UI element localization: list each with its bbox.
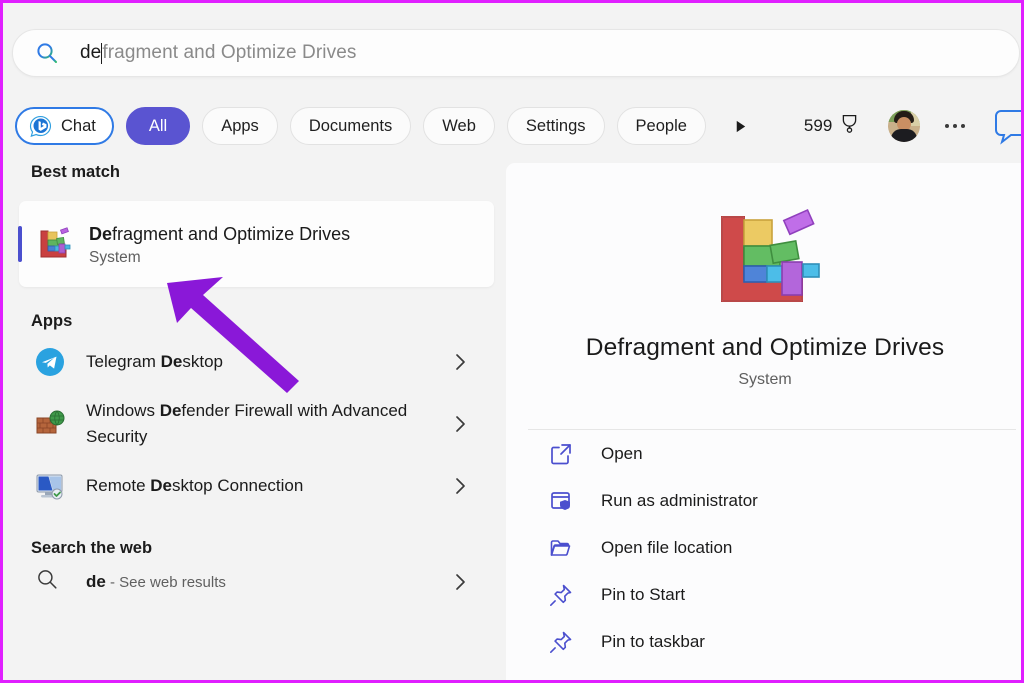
rewards-counter[interactable]: 599 <box>804 113 860 139</box>
rewards-medal-icon <box>839 113 860 139</box>
rewards-count: 599 <box>804 116 832 136</box>
list-item[interactable]: Remote Desktop Connection <box>19 455 494 517</box>
action-pin-to-start[interactable]: Pin to Start <box>520 571 1014 618</box>
preview-pane: Defragment and Optimize Drives System Op… <box>506 163 1024 683</box>
play-arrow-icon[interactable] <box>724 109 758 143</box>
filter-pill-apps[interactable]: Apps <box>202 107 278 145</box>
preview-subtitle: System <box>506 371 1024 389</box>
section-header-best-match: Best match <box>6 163 506 182</box>
filter-pill-web-label: Web <box>442 117 476 136</box>
action-label: Open <box>601 444 643 464</box>
filter-pill-chat-label: Chat <box>61 117 96 136</box>
firewall-icon <box>35 409 65 439</box>
chevron-right-icon[interactable] <box>448 350 472 374</box>
best-match-title: Defragment and Optimize Drives <box>89 222 350 247</box>
filter-pill-apps-label: Apps <box>221 117 259 136</box>
filter-bar: Chat All Apps Documents Web Settings Peo… <box>15 101 1015 151</box>
action-run-as-administrator[interactable]: Run as administrator <box>520 477 1014 524</box>
filter-pill-chat[interactable]: Chat <box>15 107 114 145</box>
filter-pill-settings[interactable]: Settings <box>507 107 605 145</box>
web-search-label: de - See web results <box>86 572 448 592</box>
section-header-search-the-web: Search the web <box>6 539 506 558</box>
defrag-icon-large <box>710 207 820 312</box>
action-label: Open file location <box>601 538 732 558</box>
search-suggestion-text: fragment and Optimize Drives <box>102 42 356 64</box>
web-search-item[interactable]: de - See web results <box>19 558 494 606</box>
filter-pill-people[interactable]: People <box>617 107 706 145</box>
action-label: Run as administrator <box>601 491 758 511</box>
preview-title: Defragment and Optimize Drives <box>506 334 1024 362</box>
avatar[interactable] <box>888 110 920 142</box>
search-box[interactable]: de fragment and Optimize Drives <box>12 29 1020 77</box>
list-item-label: Telegram Desktop <box>86 349 448 375</box>
search-typed-text: de <box>80 42 101 64</box>
more-options-icon[interactable] <box>938 109 972 143</box>
windows-search-window: de fragment and Optimize Drives Chat All… <box>0 0 1024 683</box>
telegram-icon <box>35 347 65 377</box>
filter-pill-all[interactable]: All <box>126 107 190 145</box>
pin-icon <box>549 630 573 654</box>
action-open-file-location[interactable]: Open file location <box>520 524 1014 571</box>
filter-pill-web[interactable]: Web <box>423 107 495 145</box>
action-open[interactable]: Open <box>520 430 1014 477</box>
filter-pill-settings-label: Settings <box>526 117 586 136</box>
best-match-item[interactable]: Defragment and Optimize Drives System <box>19 201 494 287</box>
action-label: Pin to Start <box>601 585 685 605</box>
chevron-right-icon[interactable] <box>448 570 472 594</box>
defrag-icon <box>37 227 71 261</box>
shield-admin-icon <box>549 489 573 513</box>
best-match-title-bold: De <box>89 224 112 244</box>
feedback-icon[interactable] <box>995 107 1024 145</box>
pin-icon <box>549 583 573 607</box>
open-external-icon <box>549 442 573 466</box>
best-match-subtitle: System <box>89 249 350 267</box>
list-item[interactable]: Telegram Desktop <box>19 331 494 393</box>
filter-pill-people-label: People <box>636 117 687 136</box>
best-match-title-rest: fragment and Optimize Drives <box>112 224 350 244</box>
search-icon <box>35 567 65 597</box>
selection-indicator <box>18 226 22 262</box>
list-item-label: Remote Desktop Connection <box>86 473 448 499</box>
chevron-right-icon[interactable] <box>448 412 472 436</box>
chevron-right-icon[interactable] <box>448 474 472 498</box>
filter-pill-documents-label: Documents <box>309 117 392 136</box>
results-list: Best match Defragment and Optimize Drive… <box>6 163 506 683</box>
folder-icon <box>549 536 573 560</box>
search-icon <box>35 41 59 65</box>
filter-pill-all-label: All <box>149 117 167 136</box>
action-label: Pin to taskbar <box>601 632 705 652</box>
section-header-apps: Apps <box>6 312 506 331</box>
filter-pill-documents[interactable]: Documents <box>290 107 411 145</box>
list-item-label: Windows Defender Firewall with Advanced … <box>86 398 448 450</box>
bing-chat-icon <box>29 115 52 138</box>
list-item[interactable]: Windows Defender Firewall with Advanced … <box>19 393 494 455</box>
remote-desktop-icon <box>35 471 65 501</box>
action-pin-to-taskbar[interactable]: Pin to taskbar <box>520 618 1014 665</box>
search-input[interactable]: de fragment and Optimize Drives <box>80 42 356 64</box>
